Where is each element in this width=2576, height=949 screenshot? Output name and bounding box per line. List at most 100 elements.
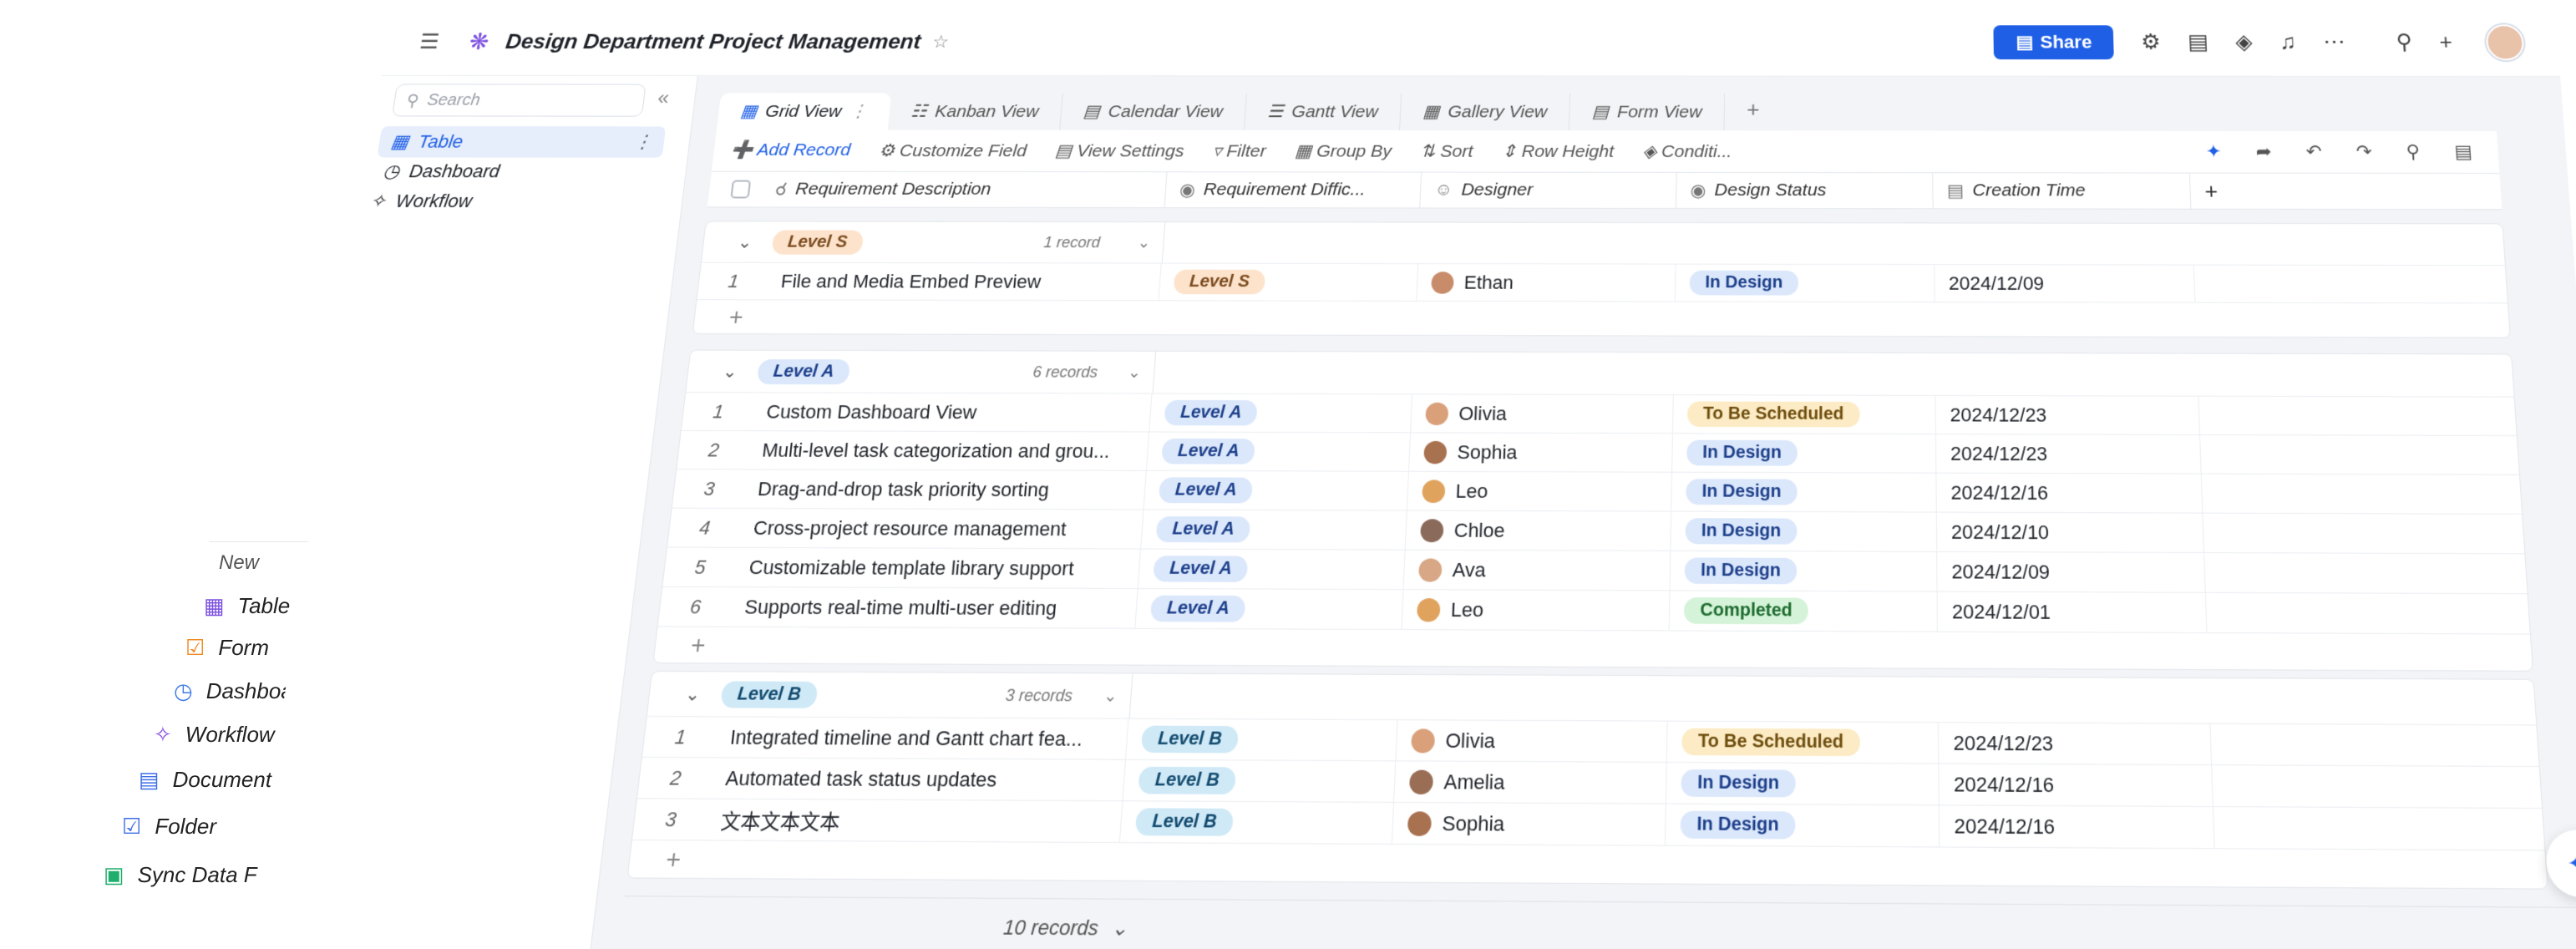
add-icon[interactable]: + (2439, 29, 2453, 54)
designer-cell[interactable]: Leo (1402, 590, 1670, 630)
search-input[interactable]: ⚲ Search (392, 84, 647, 116)
description-cell[interactable]: 文本文本文本 (704, 799, 1123, 842)
new-form-item[interactable]: ☑ Form (185, 635, 269, 661)
robot-icon[interactable]: ⚙ (2141, 29, 2162, 54)
difficulty-cell[interactable]: Level A (1149, 394, 1412, 433)
time-cell[interactable]: 2024/12/23 (1939, 723, 2212, 764)
time-cell[interactable]: 2024/12/16 (1939, 764, 2213, 806)
designer-cell[interactable]: Olivia (1396, 720, 1667, 762)
status-cell[interactable]: Completed (1670, 591, 1938, 631)
status-cell[interactable]: In Design (1666, 763, 1940, 804)
difficulty-cell[interactable]: Level A (1144, 471, 1409, 510)
customize-field-button[interactable]: ⚙ Customize Field (878, 140, 1027, 161)
chevron-down-icon[interactable]: ⌄ (737, 231, 753, 252)
new-document-item[interactable]: ▤ Document (139, 767, 271, 793)
share-button[interactable]: ▤ Share (1994, 25, 2114, 59)
tab-grid-view[interactable]: ▦ Grid View ⋮ (717, 93, 891, 129)
difficulty-cell[interactable]: Level A (1138, 550, 1406, 590)
plugin-icon[interactable]: ◈ (2235, 29, 2254, 54)
table-row[interactable]: 1 File and Media Embed Preview Level S E… (697, 262, 2508, 303)
table-row[interactable]: 6 Supports real-time multi-user editing … (658, 586, 2530, 634)
tab-gallery-view[interactable]: ▦ Gallery View (1400, 94, 1570, 130)
header-description[interactable]: ☌ Requirement Description (707, 172, 1168, 207)
bell-icon[interactable]: ♫ (2279, 29, 2296, 54)
description-cell[interactable]: Custom Dashboard View (751, 393, 1153, 431)
chevron-down-icon[interactable]: ⌄ (1103, 686, 1118, 705)
difficulty-cell[interactable]: Level S (1159, 264, 1419, 301)
chevron-down-icon[interactable]: ⌄ (684, 683, 702, 706)
description-cell[interactable]: Supports real-time multi-user editing (728, 587, 1138, 628)
sidebar-item-workflow[interactable]: ✧ Workflow (368, 190, 474, 212)
group-by-button[interactable]: ▦ Group By (1294, 140, 1392, 161)
collapse-sidebar-icon[interactable]: « (657, 88, 671, 110)
time-cell[interactable]: 2024/12/09 (1937, 552, 2206, 592)
tab-form-view[interactable]: ▤ Form View (1569, 94, 1725, 130)
new-workflow-item[interactable]: ✧ Workflow (154, 722, 275, 748)
add-row-button[interactable]: + (693, 299, 2510, 337)
description-cell[interactable]: Multi-level task categorization and grou… (746, 431, 1149, 470)
chevron-down-icon[interactable]: ⌄ (1137, 234, 1151, 251)
difficulty-cell[interactable]: Level A (1135, 589, 1403, 629)
add-row-button[interactable]: + (653, 626, 2532, 670)
status-cell[interactable]: To Be Scheduled (1667, 722, 1940, 764)
description-cell[interactable]: Automated task status updates (709, 758, 1126, 800)
add-column-button[interactable]: + (2190, 174, 2243, 209)
status-cell[interactable]: In Design (1671, 551, 1938, 591)
time-cell[interactable]: 2024/12/09 (1935, 265, 2195, 302)
table-row[interactable]: 5 Customizable template library support … (662, 546, 2527, 593)
table-row[interactable]: 2 Multi-level task categorization and gr… (677, 430, 2519, 474)
time-cell[interactable]: 2024/12/23 (1936, 396, 2200, 434)
sidebar-item-dashboard[interactable]: ◷ Dashboard (382, 160, 501, 182)
time-cell[interactable]: 2024/12/23 (1936, 434, 2202, 473)
header-status[interactable]: ◉ Design Status (1676, 173, 1934, 208)
group-header[interactable]: ⌄ Level S 1 record ⌄ (702, 221, 2505, 265)
description-cell[interactable]: Cross-project resource management (738, 509, 1144, 549)
ai-assistant-button[interactable]: ✦ (2544, 830, 2576, 897)
tab-calendar-view[interactable]: ▤ Calendar View (1060, 94, 1247, 130)
new-table-item[interactable]: ▦ Table (204, 593, 290, 619)
status-cell[interactable]: To Be Scheduled (1673, 395, 1936, 434)
description-cell[interactable]: File and Media Embed Preview (765, 263, 1161, 300)
header-time[interactable]: ▤ Creation Time (1933, 173, 2191, 208)
status-cell[interactable]: In Design (1672, 434, 1936, 472)
menu-toggle-icon[interactable]: ☰ (418, 29, 454, 54)
tab-gantt-view[interactable]: ☰ Gantt View (1245, 94, 1402, 130)
time-cell[interactable]: 2024/12/01 (1938, 592, 2208, 632)
designer-cell[interactable]: Ethan (1417, 264, 1676, 301)
new-folder-item[interactable]: ☑ Folder (122, 814, 216, 840)
add-record-button[interactable]: ➕ Add Record (730, 140, 852, 160)
time-cell[interactable]: 2024/12/16 (1936, 474, 2203, 513)
sort-button[interactable]: ⇅ Sort (1420, 140, 1473, 161)
view-settings-button[interactable]: ▤ View Settings (1054, 140, 1184, 161)
add-view-button[interactable]: + (1725, 89, 1782, 130)
description-cell[interactable]: Customizable template library support (733, 548, 1142, 588)
designer-cell[interactable]: Olivia (1411, 394, 1674, 433)
avatar[interactable] (2485, 24, 2525, 60)
description-cell[interactable]: Integrated timeline and Gantt chart fea.… (714, 717, 1129, 759)
status-cell[interactable]: In Design (1666, 804, 1940, 847)
designer-cell[interactable]: Chloe (1406, 511, 1672, 551)
conditional-format-button[interactable]: ◈ Conditi... (1642, 141, 1732, 162)
pin-icon[interactable]: ☆ (931, 31, 950, 52)
redo-icon[interactable]: ↷ (2355, 141, 2372, 163)
designer-cell[interactable]: Amelia (1394, 761, 1667, 803)
chevron-down-icon[interactable]: ⌄ (1128, 363, 1142, 382)
status-cell[interactable]: In Design (1671, 473, 1937, 512)
chevron-down-icon[interactable]: ⌄ (1110, 916, 1128, 941)
header-designer[interactable]: ☺ Designer (1420, 173, 1676, 208)
chevron-down-icon[interactable]: ⌄ (722, 360, 738, 382)
comment-icon[interactable]: ▤ (2454, 141, 2473, 163)
group-header[interactable]: ⌄ Level A 6 records ⌄ (686, 351, 2513, 397)
difficulty-cell[interactable]: Level A (1147, 433, 1411, 471)
designer-cell[interactable]: Sophia (1409, 433, 1673, 471)
description-cell[interactable]: Drag-and-drop task priority sorting (742, 469, 1147, 509)
time-cell[interactable]: 2024/12/16 (1940, 805, 2215, 848)
status-cell[interactable]: In Design (1676, 265, 1935, 302)
time-cell[interactable]: 2024/12/10 (1937, 513, 2204, 552)
filter-button[interactable]: ▿ Filter (1212, 140, 1266, 161)
designer-cell[interactable]: Ava (1404, 551, 1671, 591)
undo-icon[interactable]: ↶ (2305, 141, 2322, 163)
table-row[interactable]: 4 Cross-project resource management Leve… (667, 508, 2524, 554)
select-all-checkbox[interactable] (730, 180, 751, 199)
header-difficulty[interactable]: ◉ Requirement Diffic... (1165, 172, 1422, 207)
